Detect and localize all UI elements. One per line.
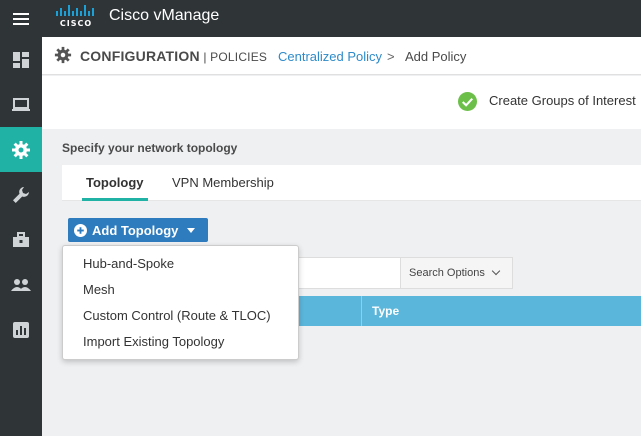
search-options-button[interactable]: Search Options: [400, 257, 513, 289]
tab-vpn-membership[interactable]: VPN Membership: [172, 175, 274, 190]
search-options-label: Search Options: [409, 267, 485, 279]
toolbox-icon: [13, 231, 29, 247]
menu-item-custom-control[interactable]: Custom Control (Route & TLOC): [83, 308, 271, 323]
cisco-logo: CISCO: [54, 5, 98, 31]
monitor-icon: [12, 97, 30, 111]
page-header: CONFIGURATION | POLICIES Centralized Pol…: [42, 37, 641, 75]
section-separator: |: [199, 50, 211, 64]
add-topology-button[interactable]: Add Topology: [68, 218, 208, 242]
app-title: Cisco vManage: [109, 7, 220, 24]
sidebar-item-analytics[interactable]: [0, 307, 42, 352]
table-header: [298, 296, 641, 326]
breadcrumb-current: Add Policy: [405, 49, 467, 64]
step-label: Create Groups of Interest: [489, 93, 636, 108]
sidebar-item-maintenance[interactable]: [0, 217, 42, 262]
users-icon: [11, 278, 31, 291]
check-circle-icon: [458, 92, 477, 111]
add-topology-menu: Hub-and-Spoke Mesh Custom Control (Route…: [62, 245, 299, 360]
page-title: CONFIGURATION | POLICIES: [80, 48, 267, 64]
section-name: CONFIGURATION: [80, 48, 200, 64]
column-header-type[interactable]: Type: [372, 304, 399, 318]
caret-down-icon: [187, 227, 196, 233]
sidebar-item-monitor[interactable]: [0, 82, 42, 127]
column-divider: [361, 296, 362, 326]
top-bar: CISCO Cisco vManage: [0, 0, 641, 37]
tab-bar: Topology VPN Membership: [62, 165, 641, 201]
analytics-icon: [13, 321, 29, 338]
wizard-steps: Create Groups of Interest: [42, 76, 641, 129]
main-content: CONFIGURATION | POLICIES Centralized Pol…: [42, 37, 641, 436]
gear-icon: [12, 140, 30, 159]
add-topology-label: Add Topology: [92, 222, 179, 238]
active-tab-indicator: [82, 198, 148, 201]
tab-topology[interactable]: Topology: [86, 175, 144, 190]
wrench-icon: [13, 186, 29, 203]
sidebar-item-tools[interactable]: [0, 172, 42, 217]
sidebar: [0, 37, 42, 436]
breadcrumb-separator: >: [387, 49, 395, 64]
menu-item-hub-and-spoke[interactable]: Hub-and-Spoke: [83, 256, 174, 271]
menu-item-mesh[interactable]: Mesh: [83, 282, 115, 297]
breadcrumb-link[interactable]: Centralized Policy: [278, 49, 382, 64]
gear-icon: [54, 46, 72, 64]
chevron-down-icon: [491, 266, 501, 276]
menu-item-import-topology[interactable]: Import Existing Topology: [83, 334, 224, 349]
plus-circle-icon: [74, 223, 87, 237]
dashboard-icon: [13, 51, 29, 68]
logo-text: CISCO: [59, 19, 93, 28]
sidebar-item-dashboard[interactable]: [0, 37, 42, 82]
sidebar-item-configuration[interactable]: [0, 127, 42, 172]
menu-icon[interactable]: [0, 0, 42, 37]
topology-heading: Specify your network topology: [62, 141, 238, 155]
subsection-name: POLICIES: [210, 50, 268, 64]
sidebar-item-administration[interactable]: [0, 262, 42, 307]
